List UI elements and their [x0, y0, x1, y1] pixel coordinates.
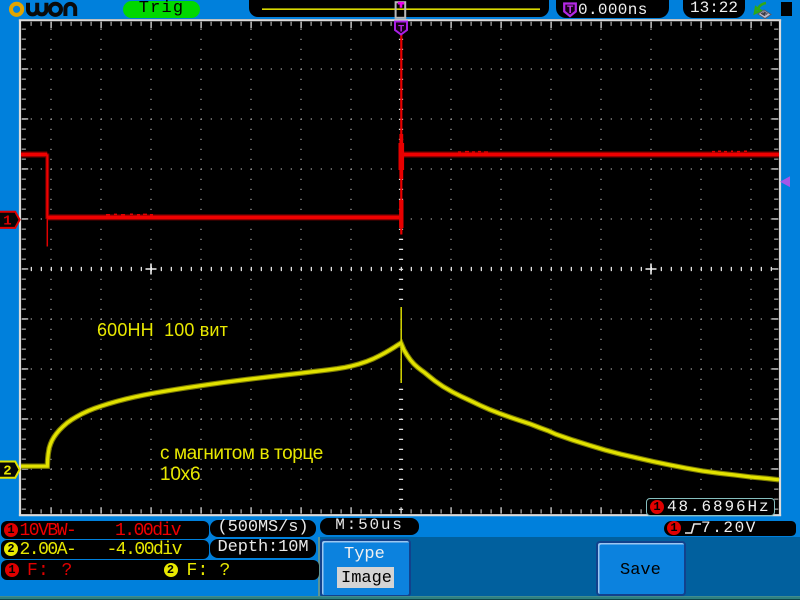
svg-text:T: T: [567, 5, 574, 17]
svg-text:T: T: [398, 24, 404, 36]
svg-text:1: 1: [3, 214, 11, 230]
svg-text:2: 2: [3, 464, 11, 480]
